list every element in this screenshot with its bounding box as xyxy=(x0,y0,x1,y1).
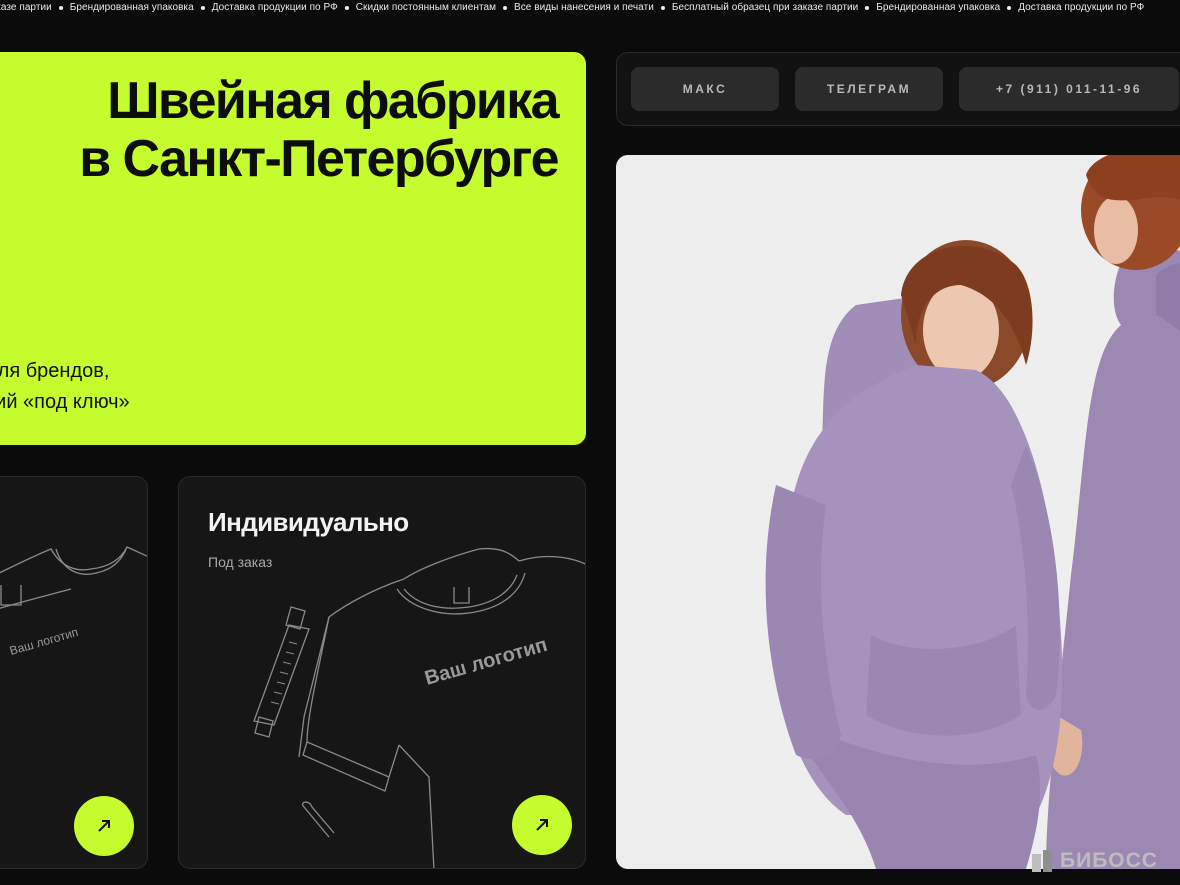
ticker-separator-dot xyxy=(344,5,349,10)
models-illustration xyxy=(765,155,1180,869)
individual-arrow-button[interactable] xyxy=(512,795,572,855)
max-button[interactable]: МАКС xyxy=(631,67,779,111)
bibos-logo-icon xyxy=(1032,850,1052,872)
left-logo-text: Ваш логотип xyxy=(8,625,80,658)
hero-card: Швейная фабрика в Санкт-Петербурге для б… xyxy=(0,52,586,445)
ticker-separator-dot xyxy=(200,5,205,10)
hero-title: Швейная фабрика в Санкт-Петербурге xyxy=(0,72,559,188)
ticker-item: Скидки постоянным клиентам xyxy=(355,2,497,13)
arrow-up-right-icon xyxy=(98,820,110,832)
individual-card-title: Индивидуально xyxy=(208,507,409,537)
phone-button[interactable]: +7 (911) 011-11-96 xyxy=(959,67,1179,111)
arrow-button[interactable] xyxy=(74,796,134,856)
individual-card-subtitle: Под заказ xyxy=(208,554,273,570)
telegram-button[interactable]: ТЕЛЕГРАМ xyxy=(795,67,943,111)
ticker-separator-dot xyxy=(58,5,63,10)
watermark-text: БИБОСС xyxy=(1060,849,1158,872)
ticker-item: Бесплатный образец при заказе партии xyxy=(671,2,859,13)
ticker-marquee: заказе партии Брендированная упаковка Дост… xyxy=(0,0,1180,18)
hero-title-line2: в Санкт-Петербурге xyxy=(79,130,559,188)
ticker-item: Доставка продукции по РФ xyxy=(1018,2,1145,13)
ticker-separator-dot xyxy=(865,5,870,10)
ticker-separator-dot xyxy=(660,5,665,10)
hero-title-line1: Швейная фабрика xyxy=(107,72,559,130)
ticker-item: Все виды нанесения и печати xyxy=(514,2,654,13)
ticker-item: Брендированная упаковка xyxy=(69,2,194,13)
woman-figure xyxy=(765,240,1063,869)
product-card-partial[interactable]: Ваш логотип xyxy=(0,476,148,869)
hero-subtitle: для брендов, тий «под ключ» xyxy=(0,356,186,418)
hero-photo xyxy=(616,155,1180,869)
ticker-separator-dot xyxy=(1007,5,1012,10)
ticker-track: заказе партии Брендированная упаковка Дост… xyxy=(0,2,1144,13)
watermark-logo: БИБОСС xyxy=(1032,849,1158,873)
individual-logo-text: Ваш логотип xyxy=(422,634,550,690)
individual-card[interactable]: Ваш логотип Индивидуально Под заказ xyxy=(178,476,586,869)
ticker-item: заказе партии xyxy=(0,2,52,13)
ticker-item: Брендированная упаковка xyxy=(876,2,1001,13)
hero-subtitle-line2: тий «под ключ» xyxy=(0,391,130,413)
contacts-panel: МАКС ТЕЛЕГРАМ +7 (911) 011-11-96 xyxy=(616,52,1180,126)
man-figure xyxy=(1046,155,1180,869)
arrow-up-right-icon xyxy=(536,819,548,831)
hero-subtitle-line1: для брендов, xyxy=(0,360,110,382)
ticker-separator-dot xyxy=(503,5,508,10)
ticker-item: Доставка продукции по РФ xyxy=(211,2,338,13)
